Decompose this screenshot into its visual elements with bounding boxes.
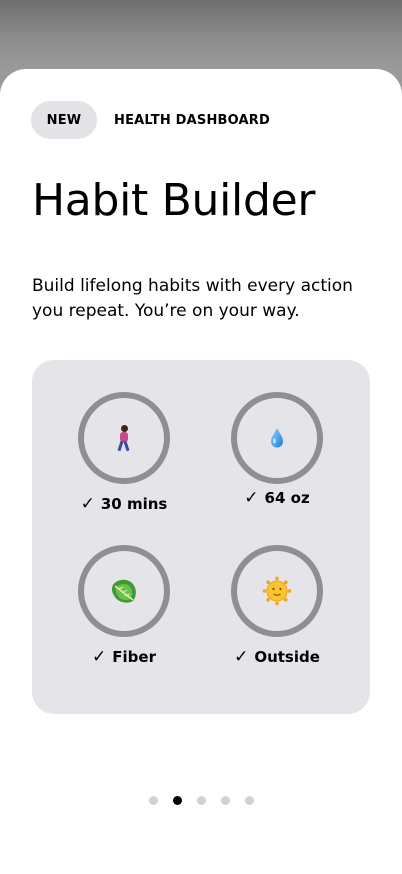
habit-ring	[78, 545, 170, 637]
habit-label: ✓ 30 mins	[81, 494, 168, 514]
page-subtitle: Build lifelong habits with every action …	[32, 276, 353, 321]
habit-label: ✓ 64 oz	[244, 488, 309, 508]
habit-item-walking: ✓ 30 mins	[54, 392, 194, 514]
checkmark-icon: ✓	[244, 488, 259, 508]
page-indicator[interactable]	[0, 796, 402, 805]
page-dot[interactable]	[172, 796, 182, 805]
onboarding-sheet: NEW HEALTH DASHBOARD Habit Builder Build…	[0, 69, 402, 874]
leafy-green-icon	[111, 579, 136, 603]
checkmark-icon: ✓	[92, 647, 107, 667]
habit-ring	[78, 392, 170, 484]
walking-person-icon	[116, 425, 132, 452]
page-dot[interactable]	[220, 796, 230, 805]
tag-row: NEW HEALTH DASHBOARD	[31, 101, 270, 139]
category-label: HEALTH DASHBOARD	[114, 112, 270, 128]
habit-label-text: Outside	[254, 648, 320, 666]
checkmark-icon: ✓	[80, 494, 95, 514]
water-drop-icon	[271, 428, 283, 448]
habit-label-text: Fiber	[112, 648, 156, 666]
habit-item-outside: ✓ Outside	[207, 545, 347, 667]
checkmark-icon: ✓	[234, 647, 249, 667]
page-dot[interactable]	[148, 796, 158, 805]
habit-label-text: 64 oz	[264, 489, 310, 507]
sun-face-icon	[262, 576, 292, 606]
page-title: Habit Builder	[32, 175, 316, 226]
habit-card: ✓ 30 mins ✓ 64 oz ✓ Fiber ✓ Outside	[32, 360, 370, 714]
habit-label-text: 30 mins	[100, 495, 168, 513]
page-dot[interactable]	[196, 796, 206, 805]
habit-label: ✓ Outside	[234, 647, 320, 667]
habit-ring	[231, 545, 323, 637]
habit-label: ✓ Fiber	[92, 647, 156, 667]
habit-item-water: ✓ 64 oz	[207, 392, 347, 508]
habit-ring	[231, 392, 323, 484]
page-dot[interactable]	[244, 796, 254, 805]
new-badge: NEW	[31, 101, 97, 139]
habit-item-fiber: ✓ Fiber	[54, 545, 194, 667]
